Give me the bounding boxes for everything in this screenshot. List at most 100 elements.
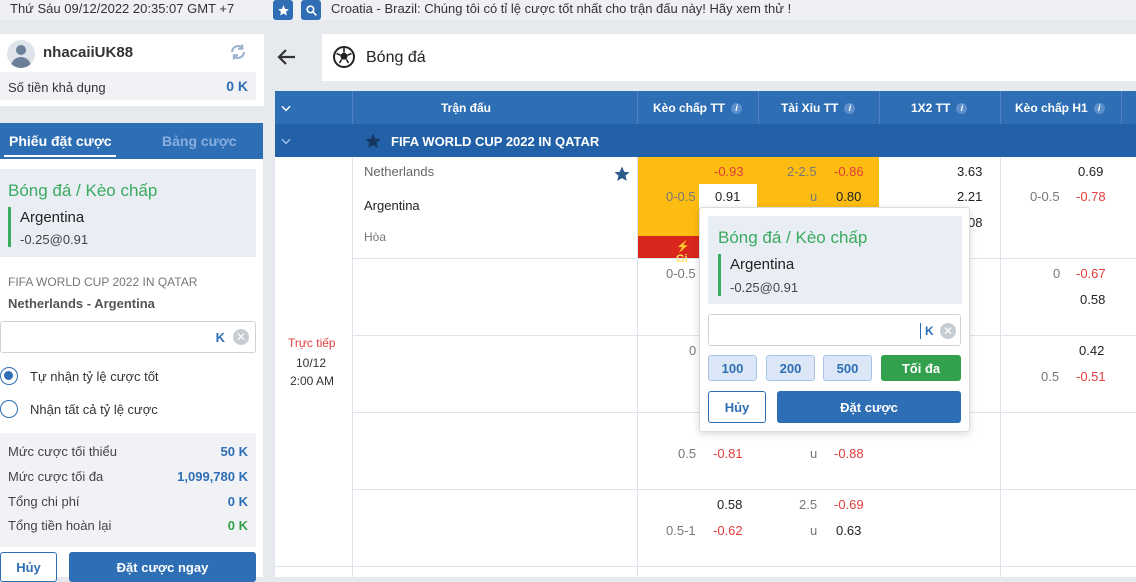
team-away: Argentina (364, 198, 420, 213)
popup-odds: -0.25@0.91 (730, 280, 799, 295)
team-home: Netherlands (364, 164, 435, 179)
league-row[interactable]: FIFA WORLD CUP 2022 IN QATAR (275, 124, 1136, 157)
stake-input[interactable]: K ✕ (0, 321, 256, 353)
favorites-star-button[interactable] (273, 0, 293, 20)
under-label: u (810, 523, 818, 538)
odds-cell[interactable]: 0.63 (836, 523, 861, 538)
odds-cell[interactable]: -0.69 (834, 497, 864, 512)
col-live-handicap: Kèo chấp TT i (653, 101, 743, 115)
favorite-star-icon[interactable] (613, 165, 631, 183)
search-icon (305, 4, 317, 16)
odds-cell[interactable]: -0.51 (1076, 369, 1106, 384)
back-arrow-icon[interactable] (275, 45, 299, 69)
chevron-down-icon[interactable] (279, 134, 293, 148)
odds-cell[interactable]: 0.42 (1079, 343, 1104, 358)
bet-odds: -0.25@0.91 (20, 232, 89, 247)
handicap-line: 0-0.5 (666, 266, 696, 281)
odds-cell[interactable]: 0.80 (836, 189, 861, 204)
min-bet-value: 50 K (220, 444, 248, 459)
info-icon: i (731, 103, 743, 115)
handicap-line: 0-0.5 (1030, 189, 1060, 204)
draw-label: Hòa (364, 230, 387, 244)
handicap-line: 0.5-1 (666, 523, 696, 538)
live-label: Trực tiếp (288, 336, 336, 350)
odds-cell[interactable]: 2.21 (957, 189, 982, 204)
odds-cell[interactable]: -0.88 (834, 446, 864, 461)
col-live-1x2: 1X2 TT i (911, 101, 968, 115)
radio-label-better-odds: Tự nhận tỷ lệ cược tốt (30, 369, 159, 384)
quick-bet-popup: Bóng đá / Kèo chấp Argentina -0.25@0.91 … (699, 207, 970, 432)
ou-line: 2-2.5 (787, 164, 817, 179)
tab-bet-slip[interactable]: Phiếu đặt cược (9, 133, 112, 149)
currency-unit: K (215, 330, 225, 345)
odds-cell[interactable]: -0.93 (714, 164, 744, 179)
popup-stake-input[interactable]: K ✕ (708, 314, 961, 346)
odds-table-header: Trận đấu Kèo chấp TT i Tài Xỉu TT i 1X2 TT… (275, 91, 1136, 124)
popup-bet-title: Bóng đá / Kèo chấp (718, 228, 868, 247)
selection-bar (718, 254, 721, 296)
info-icon: i (956, 103, 968, 115)
selected-odds[interactable]: 0.91 (699, 184, 757, 208)
odds-cell[interactable]: 3.63 (957, 164, 982, 179)
under-label: u (810, 189, 818, 204)
popup-place-bet-button[interactable]: Đặt cược (777, 391, 961, 423)
star-icon[interactable] (364, 132, 382, 150)
popup-team: Argentina (730, 256, 795, 273)
sport-title: Bóng đá (366, 49, 426, 66)
league-title: FIFA WORLD CUP 2022 IN QATAR (391, 134, 600, 149)
max-bet-label: Mức cược tối đa (8, 469, 104, 484)
chevron-down-icon[interactable] (279, 101, 293, 115)
avatar (7, 40, 35, 68)
slip-tabs: Phiếu đặt cược Bảng cược (0, 123, 263, 159)
max-stake-button[interactable]: Tối đa (881, 355, 961, 381)
radio-label-all-odds: Nhận tất cả tỷ lệ cược (30, 402, 158, 417)
odds-cell[interactable]: 0.58 (717, 497, 742, 512)
radio-accept-better-odds[interactable] (0, 367, 18, 385)
odds-cell[interactable]: -0.67 (1076, 266, 1106, 281)
clear-icon[interactable]: ✕ (940, 323, 956, 339)
odds-cell[interactable]: -0.62 (713, 523, 743, 538)
odds-cell[interactable]: -0.86 (834, 164, 864, 179)
handicap-line: 0-0.5 (666, 189, 696, 204)
quick-stake-100[interactable]: 100 (708, 355, 757, 381)
quick-stake-200[interactable]: 200 (766, 355, 815, 381)
clear-icon[interactable]: ✕ (233, 329, 249, 345)
user-card: nhacaiiUK88 Số tiền khả dụng 0 K (0, 34, 264, 106)
odds-cell[interactable]: 0.69 (1078, 164, 1103, 179)
odds-cell[interactable]: 0.58 (1080, 292, 1105, 307)
live-badge: ⚡ Gi (638, 236, 703, 265)
odds-cell[interactable]: -0.78 (1076, 189, 1106, 204)
bet-slip: Phiếu đặt cược Bảng cược Bóng đá / Kèo c… (0, 123, 263, 582)
handicap-line: 0 (689, 343, 697, 358)
bet-title: Bóng đá / Kèo chấp (8, 181, 158, 200)
total-return-value: 0 K (227, 518, 248, 533)
bet-limits: Mức cược tối thiểu 50 K Mức cược tối đa … (0, 433, 256, 547)
radio-accept-all-odds[interactable] (0, 400, 18, 418)
quick-stake-500[interactable]: 500 (823, 355, 872, 381)
refresh-icon[interactable] (228, 42, 248, 62)
under-label: u (810, 446, 818, 461)
search-button[interactable] (301, 0, 321, 20)
tab-bet-list[interactable]: Bảng cược (162, 133, 237, 149)
cancel-button[interactable]: Hủy (0, 552, 57, 582)
info-icon: i (1093, 103, 1105, 115)
popup-selection: Bóng đá / Kèo chấp Argentina -0.25@0.91 (708, 216, 962, 304)
info-icon: i (844, 103, 856, 115)
balance-value: 0 K (226, 78, 248, 94)
news-marquee[interactable]: Croatia - Brazil: Chúng tôi có tỉ lệ cượ… (331, 1, 791, 16)
place-bet-now-button[interactable]: Đặt cược ngay (69, 552, 256, 582)
text-cursor (920, 323, 921, 339)
total-return-label: Tổng tiền hoàn lại (8, 518, 112, 533)
total-cost-value: 0 K (227, 494, 248, 509)
active-tab-indicator (4, 155, 116, 157)
username: nhacaiiUK88 (43, 44, 134, 61)
col-live-over-under: Tài Xỉu TT i (781, 101, 856, 115)
odds-cell[interactable]: 08 (968, 215, 982, 230)
bet-team: Argentina (20, 209, 85, 226)
datetime: Thứ Sáu 09/12/2022 20:35:07 GMT +7 (10, 1, 235, 16)
currency-unit: K (925, 324, 934, 338)
odds-cell[interactable]: -0.81 (713, 446, 743, 461)
match-time: 2:00 AM (290, 374, 335, 388)
popup-cancel-button[interactable]: Hủy (708, 391, 766, 423)
balance-label: Số tiền khả dụng (8, 80, 106, 95)
